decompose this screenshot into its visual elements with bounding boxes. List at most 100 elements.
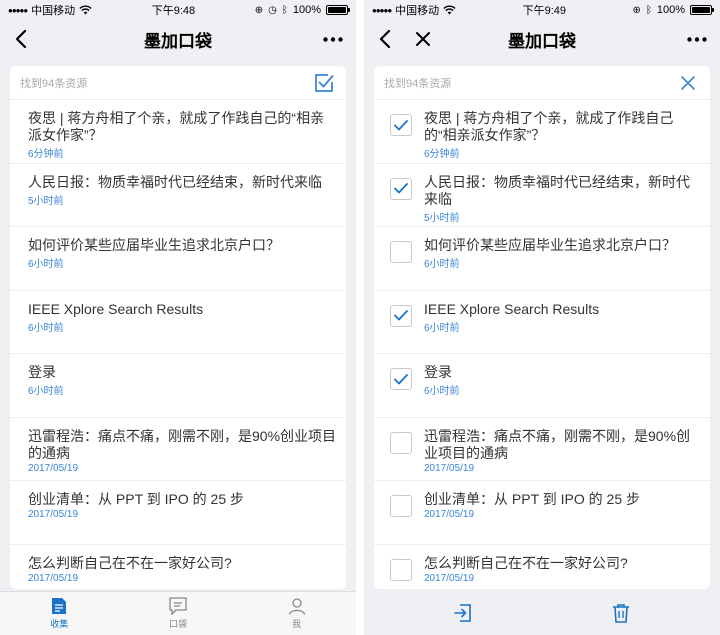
item-title: 夜思 | 蒋方舟相了个亲，就成了作践自己的“相亲派女作家”？ [424, 110, 674, 143]
list-item[interactable]: 夜思 | 蒋方舟相了个亲，就成了作践自己的“相亲派女作家”？ 6分钟前 [374, 100, 710, 164]
tab-label: 口袋 [169, 619, 188, 629]
more-icon [687, 36, 707, 42]
item-time: 2017/05/19 [424, 462, 475, 474]
tab-me[interactable]: 我 [237, 592, 356, 635]
page-title: 墨加口袋 [508, 31, 576, 51]
list-item[interactable]: IEEE Xplore Search Results 6小时前 [374, 291, 710, 354]
list-item[interactable]: 如何评价某些应届毕业生追求北京户口？ 6小时前 [10, 227, 346, 291]
check-icon [394, 373, 408, 384]
item-title: 人民日报：物质幸福时代已经结束，新时代来临 [424, 173, 690, 207]
clock: 下午9:49 [522, 5, 567, 17]
tab-label: 收集 [50, 619, 69, 629]
list-item[interactable]: IEEE Xplore Search Results 6小时前 [10, 291, 346, 354]
message-icon [169, 597, 187, 615]
item-time: 6小时前 [28, 322, 64, 334]
item-time: 6小时前 [28, 386, 64, 397]
list-item[interactable]: 迅雷程浩：痛点不痛，刚需不刚，是90%创业项目的通病 2017/05/19 [374, 418, 710, 481]
list-item[interactable]: 登录 6小时前 [10, 354, 346, 418]
item-title: 如何评价某些应届毕业生追求北京户口？ [28, 237, 280, 253]
resource-list: 夜思 | 蒋方舟相了个亲，就成了作践自己的“相亲派女作家”？ 6分钟前 人民日报：… [374, 100, 710, 589]
carrier-label: 中国移动 [395, 5, 440, 17]
alarm-icon: ◷ [268, 4, 277, 16]
list-item[interactable]: 夜思 | 蒋方舟相了个亲，就成了作践自己的“相亲派女作家”？ 6分钟前 [10, 100, 346, 164]
item-title: 迅雷程浩：痛点不痛，刚需不刚，是90%创业项目的通病 [28, 427, 337, 461]
item-time: 6小时前 [424, 259, 460, 270]
item-title: 如何评价某些应届毕业生追求北京户口？ [424, 237, 676, 253]
item-title: 登录 [424, 364, 452, 380]
nav-bar: 墨加口袋 [0, 20, 356, 58]
item-checkbox-checked[interactable] [390, 304, 412, 327]
item-checkbox-checked[interactable] [390, 114, 412, 136]
item-title: 怎么判断自己在不在一家好公司? [28, 554, 232, 571]
list-item[interactable]: 创业清单：从 PPT 到 IPO 的 25 步 2017/05/19 [10, 481, 346, 545]
left-screen: ●●●●● 中国移动 下午9:48 ⊕ ◷ ᛒ 100% 墨加口袋 找到94条资… [0, 0, 356, 635]
move-button[interactable] [446, 596, 480, 630]
check-icon [394, 183, 408, 194]
wifi-icon [79, 5, 92, 15]
list-item[interactable]: 怎么判断自己在不在一家好公司? 2017/05/19 [374, 545, 710, 590]
tab-label: 我 [292, 619, 302, 629]
nav-bar: 墨加口袋 [364, 20, 720, 58]
item-checkbox[interactable] [390, 495, 412, 517]
item-title: 迅雷程浩：痛点不痛，刚需不刚，是90%创业项目的通病 [424, 427, 691, 461]
back-button[interactable] [6, 20, 36, 58]
clock: 下午9:48 [151, 5, 196, 17]
item-title: 登录 [28, 364, 56, 380]
orientation-lock-icon: ⊕ [254, 4, 264, 16]
select-mode-button[interactable] [312, 71, 336, 95]
list-item[interactable]: 登录 6小时前 [374, 354, 710, 418]
status-bar: ●●●●● 中国移动 下午9:49 ⊕ ᛒ 100% [364, 0, 720, 20]
exit-select-button[interactable] [676, 71, 700, 95]
list-item[interactable]: 迅雷程浩：痛点不痛，刚需不刚，是90%创业项目的通病 2017/05/19 [10, 418, 346, 481]
item-time: 6小时前 [424, 386, 460, 397]
item-time: 6分钟前 [424, 149, 460, 160]
card-header: 找到94条资源 [10, 66, 346, 100]
item-title: 创业清单：从 PPT 到 IPO 的 25 步 [28, 491, 245, 507]
document-icon [52, 598, 67, 614]
item-time: 2017/05/19 [424, 509, 475, 520]
list-item[interactable]: 如何评价某些应届毕业生追求北京户口？ 6小时前 [374, 227, 710, 291]
list-item[interactable]: 怎么判断自己在不在一家好公司? 2017/05/19 [10, 545, 346, 590]
right-screen: ●●●●● 中国移动 下午9:49 ⊕ ᛒ 100% 墨加口袋 找到94条资源 [364, 0, 720, 635]
item-title: IEEE Xplore Search Results [28, 300, 204, 317]
item-title: 怎么判断自己在不在一家好公司? [424, 554, 628, 571]
item-time: 6分钟前 [28, 149, 64, 160]
checkbox-edit-icon [315, 73, 334, 92]
page-title: 墨加口袋 [144, 31, 212, 51]
more-button[interactable] [318, 20, 348, 58]
item-time: 5小时前 [28, 195, 64, 207]
item-title: 夜思 | 蒋方舟相了个亲，就成了作践自己的“相亲派女作家”？ [28, 110, 325, 143]
list-item[interactable]: 人民日报：物质幸福时代已经结束，新时代来临 5小时前 [10, 164, 346, 227]
bluetooth-icon: ᛒ [281, 4, 288, 16]
back-button[interactable] [370, 20, 400, 58]
list-item[interactable]: 创业清单：从 PPT 到 IPO 的 25 步 2017/05/19 [374, 481, 710, 545]
item-time: 6小时前 [424, 322, 460, 334]
more-button[interactable] [682, 20, 712, 58]
item-checkbox[interactable] [390, 241, 412, 263]
item-time: 2017/05/19 [28, 572, 79, 584]
list-item[interactable]: 人民日报：物质幸福时代已经结束，新时代来临 5小时前 [374, 164, 710, 227]
check-icon [394, 119, 408, 130]
close-button[interactable] [408, 20, 438, 58]
item-time: 6小时前 [28, 259, 64, 270]
resource-card: 找到94条资源 夜思 | 蒋方舟相了个亲，就成了作践自己的“相亲派女作家”？ 6分… [10, 66, 346, 589]
bluetooth-icon: ᛒ [645, 4, 652, 16]
item-checkbox-checked[interactable] [390, 177, 412, 200]
item-title: 创业清单：从 PPT 到 IPO 的 25 步 [424, 491, 641, 507]
item-checkbox[interactable] [390, 431, 412, 454]
battery-label: 100% [656, 4, 685, 16]
item-time: 2017/05/19 [28, 462, 79, 474]
item-checkbox-checked[interactable] [390, 368, 412, 390]
tab-collect[interactable]: 收集 [0, 592, 119, 635]
battery-icon [325, 5, 350, 15]
card-header: 找到94条资源 [374, 66, 710, 100]
trash-icon [613, 604, 629, 623]
item-checkbox[interactable] [390, 558, 412, 581]
delete-button[interactable] [604, 596, 638, 630]
resource-count: 找到94条资源 [20, 77, 88, 90]
resource-card: 找到94条资源 夜思 | 蒋方舟相了个亲，就成了作践自己的“相亲派女作家”？ 6分… [374, 66, 710, 589]
chevron-left-icon [15, 30, 27, 48]
tab-pocket[interactable]: 口袋 [119, 592, 238, 635]
orientation-lock-icon: ⊕ [632, 4, 641, 16]
action-bar [364, 591, 720, 635]
